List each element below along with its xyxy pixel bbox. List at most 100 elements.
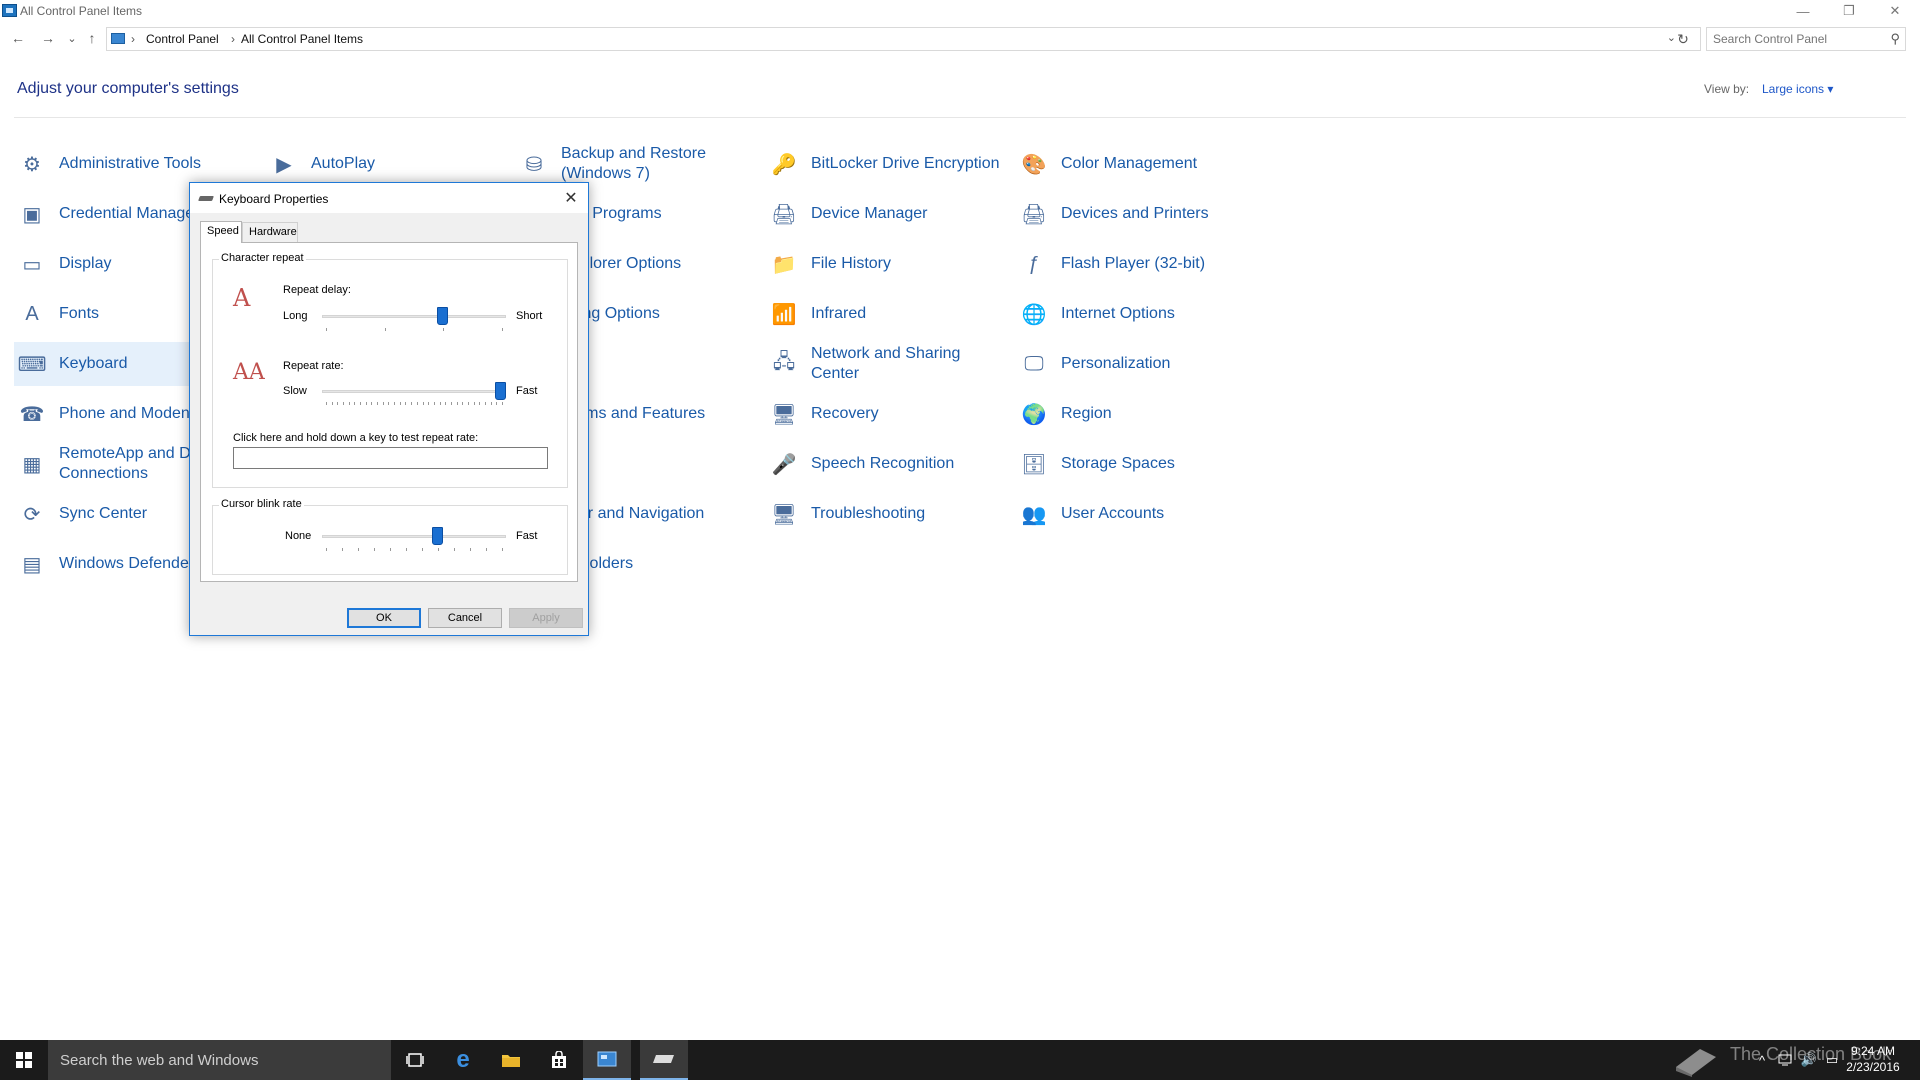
cp-item-keyboard[interactable]: ⌨ Keyboard <box>14 342 189 386</box>
slider-tick <box>454 548 455 551</box>
search-box[interactable]: ⚲ <box>1706 27 1906 51</box>
cp-item-phone-and-moden[interactable]: ☎ Phone and Moden <box>14 392 190 436</box>
personalization-icon: 🖵 <box>1024 352 1044 375</box>
refresh-button[interactable]: ↻ <box>1672 28 1694 50</box>
cp-item-backup-and-restore-windows-7[interactable]: ⛁ Backup and Restore (Windows 7) <box>516 142 726 186</box>
keyboard-icon: ⌨ <box>17 353 47 376</box>
cp-item-autoplay[interactable]: ▶ AutoPlay <box>266 142 441 186</box>
slider-tick <box>326 548 327 551</box>
file-history-icon: 📁 <box>771 253 797 276</box>
search-input[interactable] <box>1713 31 1873 47</box>
slider-tick <box>382 402 384 405</box>
cp-item-flash-player-32-bit[interactable]: ƒ Flash Player (32-bit) <box>1016 242 1256 286</box>
dialog-titlebar: Keyboard Properties ✕ <box>190 183 588 213</box>
display-icon: ▭ <box>22 253 42 276</box>
cp-item-label: File History <box>811 255 892 272</box>
minimize-button[interactable]: — <box>1780 0 1826 22</box>
repeat-delay-slider-thumb[interactable] <box>437 307 449 325</box>
tab-speed[interactable]: Speed <box>200 221 242 243</box>
cp-item-troubleshooting[interactable]: 🖥 Troubleshooting <box>766 492 1006 536</box>
taskbar: Search the web and Windows e ^ 🔊 ▭ 9:24 … <box>0 1040 1920 1080</box>
breadcrumb-control-panel[interactable]: Control Panel <box>146 32 219 46</box>
watermark-text: The Collection Book <box>1730 1044 1892 1064</box>
forward-button[interactable]: → <box>38 28 58 48</box>
tab-hardware[interactable]: Hardware <box>242 222 298 242</box>
cp-item-speech-recognition[interactable]: 🎤 Speech Recognition <box>766 442 1006 486</box>
cp-item-remoteapp-and-d-connections[interactable]: ▦ RemoteApp and D Connections <box>14 442 191 486</box>
cursor-blink-slider-thumb[interactable] <box>432 527 444 545</box>
slider-tick <box>405 402 407 405</box>
restore-button[interactable]: ❐ <box>1826 0 1872 22</box>
cancel-button[interactable]: Cancel <box>428 608 502 628</box>
slider-tick <box>354 402 356 405</box>
autoplay-icon: ▶ <box>276 153 292 176</box>
cp-item-label: User Accounts <box>1061 505 1165 522</box>
up-button[interactable]: ↑ <box>82 28 102 48</box>
search-icon[interactable]: ⚲ <box>1890 31 1900 47</box>
file-explorer-icon[interactable] <box>487 1040 535 1080</box>
cp-item-fonts[interactable]: A Fonts <box>14 292 189 336</box>
recent-locations-button[interactable]: ⌄ <box>62 28 82 48</box>
dialog-title: Keyboard Properties <box>219 192 329 206</box>
slider-tick <box>337 402 339 405</box>
repeat-rate-slider-thumb[interactable] <box>495 382 506 400</box>
cp-item-internet-options[interactable]: 🌐 Internet Options <box>1016 292 1256 336</box>
cursor-blink-track[interactable] <box>322 535 506 538</box>
dialog-close-button[interactable]: ✕ <box>560 187 582 209</box>
cp-item-label: Windows Defende <box>59 555 189 572</box>
slider-tick <box>438 548 439 551</box>
cp-item-sync-center[interactable]: ⟳ Sync Center <box>14 492 189 536</box>
cp-item-storage-spaces[interactable]: 🗄 Storage Spaces <box>1016 442 1256 486</box>
character-repeat-legend: Character repeat <box>219 252 306 264</box>
breadcrumb-all-items[interactable]: All Control Panel Items <box>241 32 363 46</box>
repeat-rate-track[interactable] <box>322 390 506 393</box>
view-by-dropdown[interactable]: Large icons ▾ <box>1762 82 1833 96</box>
test-repeat-input[interactable] <box>233 447 548 469</box>
taskbar-search-box[interactable]: Search the web and Windows <box>48 1040 391 1080</box>
start-button[interactable] <box>0 1040 48 1080</box>
task-view-icon[interactable] <box>391 1040 439 1080</box>
cp-item-label: Credential Manage <box>59 205 195 222</box>
cp-item-device-manager[interactable]: 🖨 Device Manager <box>766 192 1006 236</box>
repeat-delay-track[interactable] <box>322 315 506 318</box>
keyboard-taskbar-icon[interactable] <box>640 1040 688 1080</box>
cp-item-region[interactable]: 🌍 Region <box>1016 392 1256 436</box>
cp-item-user-accounts[interactable]: 👥 User Accounts <box>1016 492 1256 536</box>
control-panel-icon <box>2 4 17 17</box>
cursor-blink-min-label: None <box>285 530 312 542</box>
control-panel-taskbar-icon[interactable] <box>583 1040 631 1080</box>
apply-button[interactable]: Apply <box>509 608 583 628</box>
repeat-rate-min-label: Slow <box>283 385 307 397</box>
breadcrumb-separator: › <box>231 32 235 46</box>
address-bar[interactable]: › Control Panel › All Control Panel Item… <box>106 27 1701 51</box>
cp-item-devices-and-printers[interactable]: 🖨 Devices and Printers <box>1016 192 1256 236</box>
repeat-delay-icon: A <box>233 284 251 312</box>
cp-item-credential-manage[interactable]: ▣ Credential Manage <box>14 192 195 236</box>
back-button[interactable]: ← <box>8 28 28 48</box>
slider-tick <box>443 328 445 331</box>
cp-item-color-management[interactable]: 🎨 Color Management <box>1016 142 1256 186</box>
cp-item-administrative-tools[interactable]: ⚙ Administrative Tools <box>14 142 201 186</box>
cp-item-label: BitLocker Drive Encryption <box>811 155 1000 172</box>
color-management-icon: 🎨 <box>1021 153 1047 176</box>
cursor-blink-max-label: Fast <box>516 530 538 542</box>
slider-tick <box>502 548 503 551</box>
slider-tick <box>479 402 481 405</box>
cp-item-display[interactable]: ▭ Display <box>14 242 189 286</box>
cp-item-personalization[interactable]: 🖵 Personalization <box>1016 342 1256 386</box>
close-window-button[interactable]: ✕ <box>1872 0 1918 22</box>
store-icon[interactable] <box>535 1040 583 1080</box>
ok-button[interactable]: OK <box>347 608 421 628</box>
cp-item-recovery[interactable]: 🖥 Recovery <box>766 392 1006 436</box>
cp-item-windows-defende[interactable]: ▤ Windows Defende <box>14 542 189 586</box>
keyboard-icon <box>198 196 214 201</box>
cursor-blink-group: Cursor blink rate None Fast <box>212 498 568 575</box>
edge-browser-icon[interactable]: e <box>439 1040 487 1080</box>
cp-item-label: AutoPlay <box>311 155 376 172</box>
slider-tick <box>473 402 475 405</box>
slider-tick <box>342 548 343 551</box>
cp-item-file-history[interactable]: 📁 File History <box>766 242 1006 286</box>
cp-item-bitlocker-drive-encryption[interactable]: 🔑 BitLocker Drive Encryption <box>766 142 1006 186</box>
cp-item-network-and-sharing-center[interactable]: 🖧 Network and Sharing Center <box>766 342 1006 386</box>
cp-item-infrared[interactable]: 📶 Infrared <box>766 292 1006 336</box>
